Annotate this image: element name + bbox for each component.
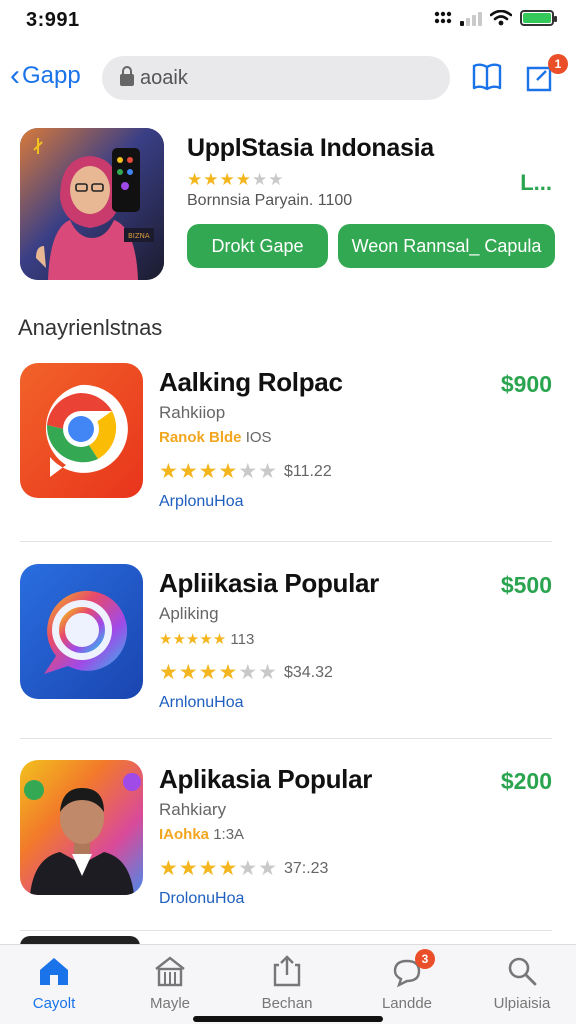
search-icon	[508, 957, 537, 986]
store-icon	[155, 956, 185, 987]
featured-subtitle: Bornnsia Paryain. 1100	[187, 192, 353, 209]
tab-bar: Cayolt Mayle Bechan 3 Landde Ulpiaisia	[0, 944, 576, 1024]
app-list-item[interactable]: Apliikasia Popular $500 Apliking ★★★★★ 1…	[0, 564, 576, 734]
app-price-button[interactable]: $900	[501, 371, 552, 398]
search-text: aoaik	[140, 66, 188, 89]
app-name: Aplikasia Popular	[159, 764, 373, 794]
star-icon: ★★★★★	[159, 631, 227, 648]
app-tag-rest: 113	[230, 631, 255, 648]
star-icon: ★★★★★★	[159, 857, 278, 880]
tab-badge: 3	[415, 949, 435, 969]
app-price-button[interactable]: $200	[501, 768, 552, 795]
wifi-icon	[490, 10, 512, 26]
battery-icon	[520, 10, 557, 26]
featured-primary-button[interactable]: Drokt Gape	[187, 224, 328, 268]
svg-text:BIZNA: BIZNA	[128, 232, 150, 240]
app-list-item[interactable]: Aalking Rolpac $900 Rahkiiop Ranok Blde …	[0, 363, 576, 533]
featured-rating: ★★★★★★	[187, 170, 284, 190]
cart-badge: 1	[548, 54, 568, 74]
app-category: Rahkiary	[159, 800, 227, 819]
chevron-left-icon: ‹	[10, 59, 20, 92]
divider	[20, 541, 552, 542]
cart-button[interactable]: 1	[524, 54, 568, 94]
app-name: Apliikasia Popular	[159, 568, 380, 598]
portrait-photo-icon	[20, 760, 143, 895]
bookmark-button[interactable]	[470, 60, 504, 94]
tab-label: Ulpiaisia	[493, 995, 551, 1012]
app-tag: Ranok Blde IOS	[159, 429, 272, 446]
tab-landde[interactable]: 3 Landde	[357, 949, 457, 1012]
home-indicator	[193, 1016, 383, 1022]
app-list-item[interactable]: Aplikasia Popular $200 Rahkiary IAohka 1…	[0, 760, 576, 930]
app-tag-highlight: Ranok Blde	[159, 429, 242, 446]
app-tag: ★★★★★ 113	[159, 630, 254, 648]
tab-bechan[interactable]: Bechan	[237, 953, 337, 1012]
chat-swirl-icon	[20, 564, 143, 699]
tab-cayolt[interactable]: Cayolt	[4, 953, 104, 1012]
star-icon: ★★★★★★	[159, 661, 278, 684]
tab-label: Cayolt	[32, 995, 76, 1012]
tab-ulpiaisia[interactable]: Ulpiaisia	[472, 953, 572, 1012]
back-button[interactable]: ‹ Gapp	[10, 59, 81, 92]
app-rating: ★★★★★★ 37:.23	[159, 856, 328, 881]
tab-mayle[interactable]: Mayle	[120, 953, 220, 1012]
app-rating-value: 37:.23	[283, 859, 329, 877]
tab-label: Bechan	[261, 995, 313, 1012]
app-price-button[interactable]: $500	[501, 572, 552, 599]
app-rating-value: $34.32	[283, 663, 333, 681]
app-developer-link[interactable]: ArplonuHoa	[159, 493, 244, 511]
app-category: Rahkiiop	[159, 403, 226, 422]
app-rating: ★★★★★★ $34.32	[159, 660, 333, 685]
featured-title: UpplStasia Indonasia	[187, 134, 434, 162]
back-label: Gapp	[22, 62, 81, 89]
featured-app[interactable]: BIZNA UpplStasia Indonasia ★★★★★★ Bornns…	[0, 128, 576, 288]
app-category: Apliking	[159, 604, 219, 623]
app-developer-link[interactable]: ArnlonuHoa	[159, 694, 244, 712]
app-tag-rest: IOS	[245, 429, 272, 446]
star-empty-icon: ★★	[251, 170, 285, 189]
status-time: 3:991	[26, 9, 80, 31]
app-tag-rest: 1:3A	[213, 826, 245, 843]
bookmark-icon	[472, 63, 502, 91]
app-rating: ★★★★★★ $11.22	[159, 459, 332, 484]
star-icon: ★★★★★★	[159, 460, 278, 483]
chrome-like-icon	[20, 363, 143, 498]
featured-price: L...	[520, 170, 552, 195]
tab-label: Mayle	[149, 995, 190, 1012]
half-star-icon: ★	[235, 170, 252, 189]
signal-icon	[460, 10, 482, 26]
app-developer-link[interactable]: DrolonuHoa	[159, 890, 244, 908]
search-field[interactable]: aoaik	[102, 56, 450, 100]
home-icon	[40, 958, 68, 985]
dots-icon	[434, 11, 452, 24]
featured-secondary-button[interactable]: Weon Rannsal_ Capula	[338, 224, 555, 268]
status-icons	[434, 10, 557, 26]
featured-app-image: BIZNA	[20, 128, 164, 280]
divider	[20, 738, 552, 739]
divider	[20, 930, 552, 931]
share-icon	[273, 955, 301, 987]
status-bar: 3:991	[0, 0, 576, 40]
star-icon: ★★★	[187, 170, 236, 189]
app-tag-highlight: IAohka	[159, 826, 210, 843]
nav-bar: ‹ Gapp aoaik 1	[0, 52, 576, 104]
app-name: Aalking Rolpac	[159, 367, 343, 397]
tab-label: Landde	[381, 995, 433, 1012]
app-rating-value: $11.22	[283, 462, 332, 480]
lock-icon	[120, 66, 134, 86]
section-title: Anayrienlstnas	[18, 315, 163, 340]
app-tag: IAohka 1:3A	[159, 826, 244, 843]
